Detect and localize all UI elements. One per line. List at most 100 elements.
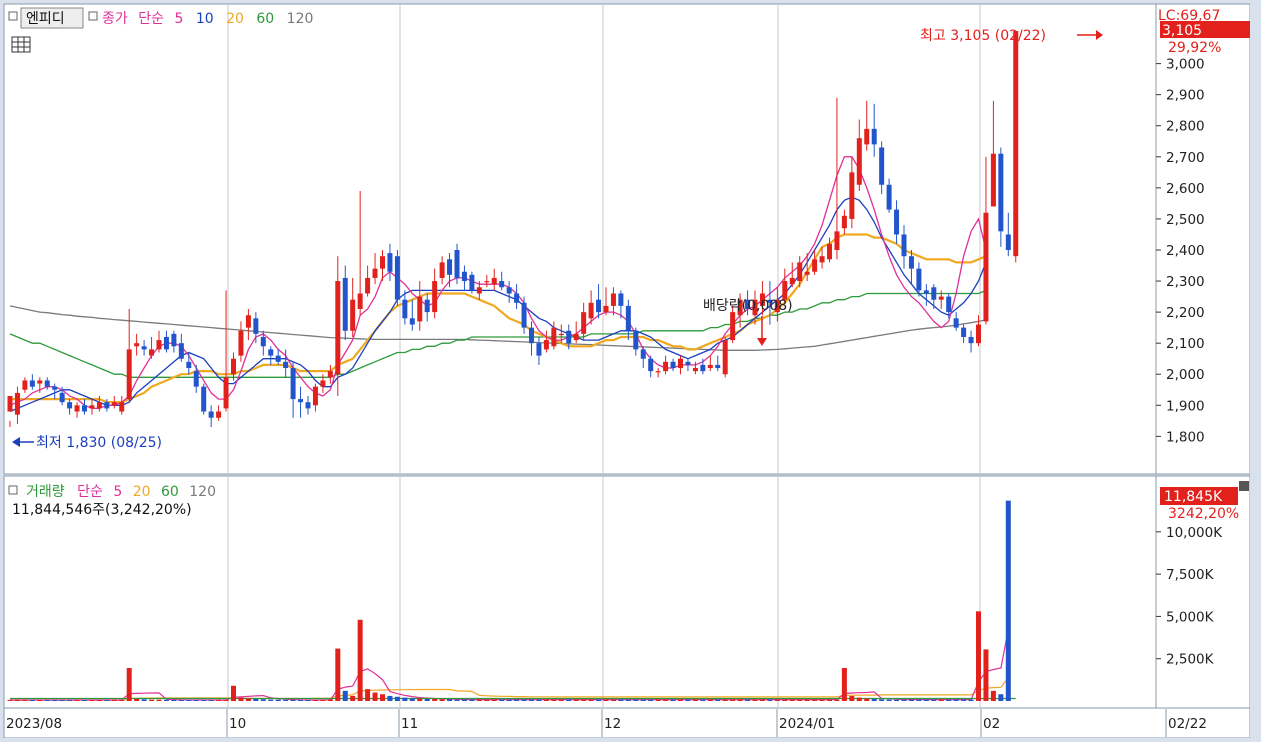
volume-bar	[588, 699, 594, 701]
volume-bar	[439, 699, 445, 701]
volume-bar	[469, 699, 475, 701]
candle-body	[253, 318, 259, 334]
candle-body	[245, 315, 251, 328]
candle-body	[365, 277, 371, 294]
volume-bar	[484, 699, 490, 701]
candle-body	[640, 349, 646, 359]
vol-legend-method: 단순	[77, 484, 103, 500]
candle-body	[268, 349, 274, 356]
volume-bar	[640, 699, 646, 701]
vol-legend-name: 거래량	[26, 484, 65, 500]
candle-body	[111, 402, 117, 406]
candle-body	[432, 281, 438, 313]
candle-body	[424, 299, 430, 313]
price-tick-label: 1,800	[1166, 429, 1205, 445]
volume-bar	[856, 697, 862, 701]
volume-bar	[655, 699, 661, 701]
candle-body	[461, 271, 467, 282]
volume-bar	[268, 699, 274, 701]
volume-bar	[938, 699, 944, 701]
volume-bar	[968, 699, 974, 701]
volume-bar	[89, 699, 95, 701]
volume-bar	[111, 699, 117, 701]
date-tick-label: 2023/08	[6, 716, 62, 732]
table-grid-icon[interactable]	[11, 36, 31, 53]
volume-bar	[730, 699, 736, 701]
volume-bar	[171, 699, 177, 701]
date-tick-label: 12	[604, 716, 621, 732]
volume-bar	[558, 699, 564, 701]
volume-bar	[424, 698, 430, 701]
price-tick-label: 2,000	[1166, 367, 1205, 383]
candle-body	[387, 253, 393, 272]
volume-bar	[298, 699, 304, 701]
candle-body	[260, 336, 266, 347]
chart-canvas: 1,800 1,900 2,000 2,100 2,200 2,300 2,400 2,500…	[3, 3, 1261, 739]
volume-bar	[983, 649, 989, 701]
candle-body	[238, 330, 244, 356]
volume-bar	[722, 699, 728, 701]
candle-body	[812, 259, 818, 272]
candle-body	[208, 411, 214, 418]
candle-body	[543, 340, 549, 350]
right-scroll-area[interactable]	[1250, 4, 1261, 738]
volume-bar	[908, 699, 914, 701]
candle	[1013, 31, 1019, 263]
candle-body	[722, 340, 728, 375]
candle-body	[879, 147, 885, 185]
vol-legend-ma20: 20	[133, 484, 151, 500]
candle	[201, 383, 207, 415]
volume-bar	[283, 699, 289, 701]
date-tick-label: 02/22	[1168, 716, 1207, 732]
volume-bar	[126, 668, 132, 701]
volume-tick-label: 7,500K	[1166, 567, 1215, 583]
candle-body	[1013, 31, 1019, 257]
stock-name: 엔피디	[26, 11, 65, 27]
candle-body	[275, 355, 281, 362]
volume-bar	[491, 699, 497, 701]
date-tick-label: 02	[983, 716, 1000, 732]
volume-bar	[685, 699, 691, 701]
candle-body	[283, 361, 289, 369]
candle-body	[819, 256, 825, 263]
candle-body	[320, 380, 326, 387]
close-volume-icon[interactable]	[1239, 481, 1249, 491]
volume-bar	[141, 699, 147, 701]
candle-body	[216, 411, 222, 418]
volume-bar	[394, 696, 400, 701]
volume-bar	[745, 699, 751, 701]
volume-bar	[678, 699, 683, 701]
price-tick-label: 2,100	[1166, 336, 1205, 352]
volume-bar	[692, 699, 698, 701]
candle-body	[82, 405, 87, 412]
volume-bar	[633, 699, 639, 701]
candle-body	[7, 395, 13, 412]
candle-body	[946, 296, 952, 313]
volume-bar	[670, 699, 676, 701]
candle-body	[968, 336, 974, 344]
candle-body	[305, 402, 311, 409]
candle-body	[74, 405, 80, 412]
volume-bar	[596, 699, 602, 701]
candle	[722, 336, 728, 378]
candle-body	[298, 399, 304, 403]
candle-body	[141, 346, 147, 350]
volume-bar	[275, 699, 281, 701]
volume-bar	[610, 699, 616, 701]
candle-body	[59, 392, 65, 403]
vol-legend-ma120: 120	[189, 484, 216, 500]
volume-bar	[365, 689, 371, 701]
candle-body	[126, 349, 132, 400]
volume-bar	[931, 699, 937, 701]
volume-bar	[342, 690, 348, 701]
volume-tick-label: 5,000K	[1166, 609, 1215, 625]
volume-bar	[759, 699, 765, 701]
candle-body	[655, 371, 661, 373]
candle-body	[89, 405, 95, 409]
candle-body	[894, 209, 900, 235]
volume-bar	[312, 699, 318, 701]
candle-body	[96, 402, 102, 409]
candle-body	[901, 234, 907, 257]
volume-change-value: 3242,20%	[1168, 506, 1239, 522]
candle-body	[37, 380, 43, 384]
